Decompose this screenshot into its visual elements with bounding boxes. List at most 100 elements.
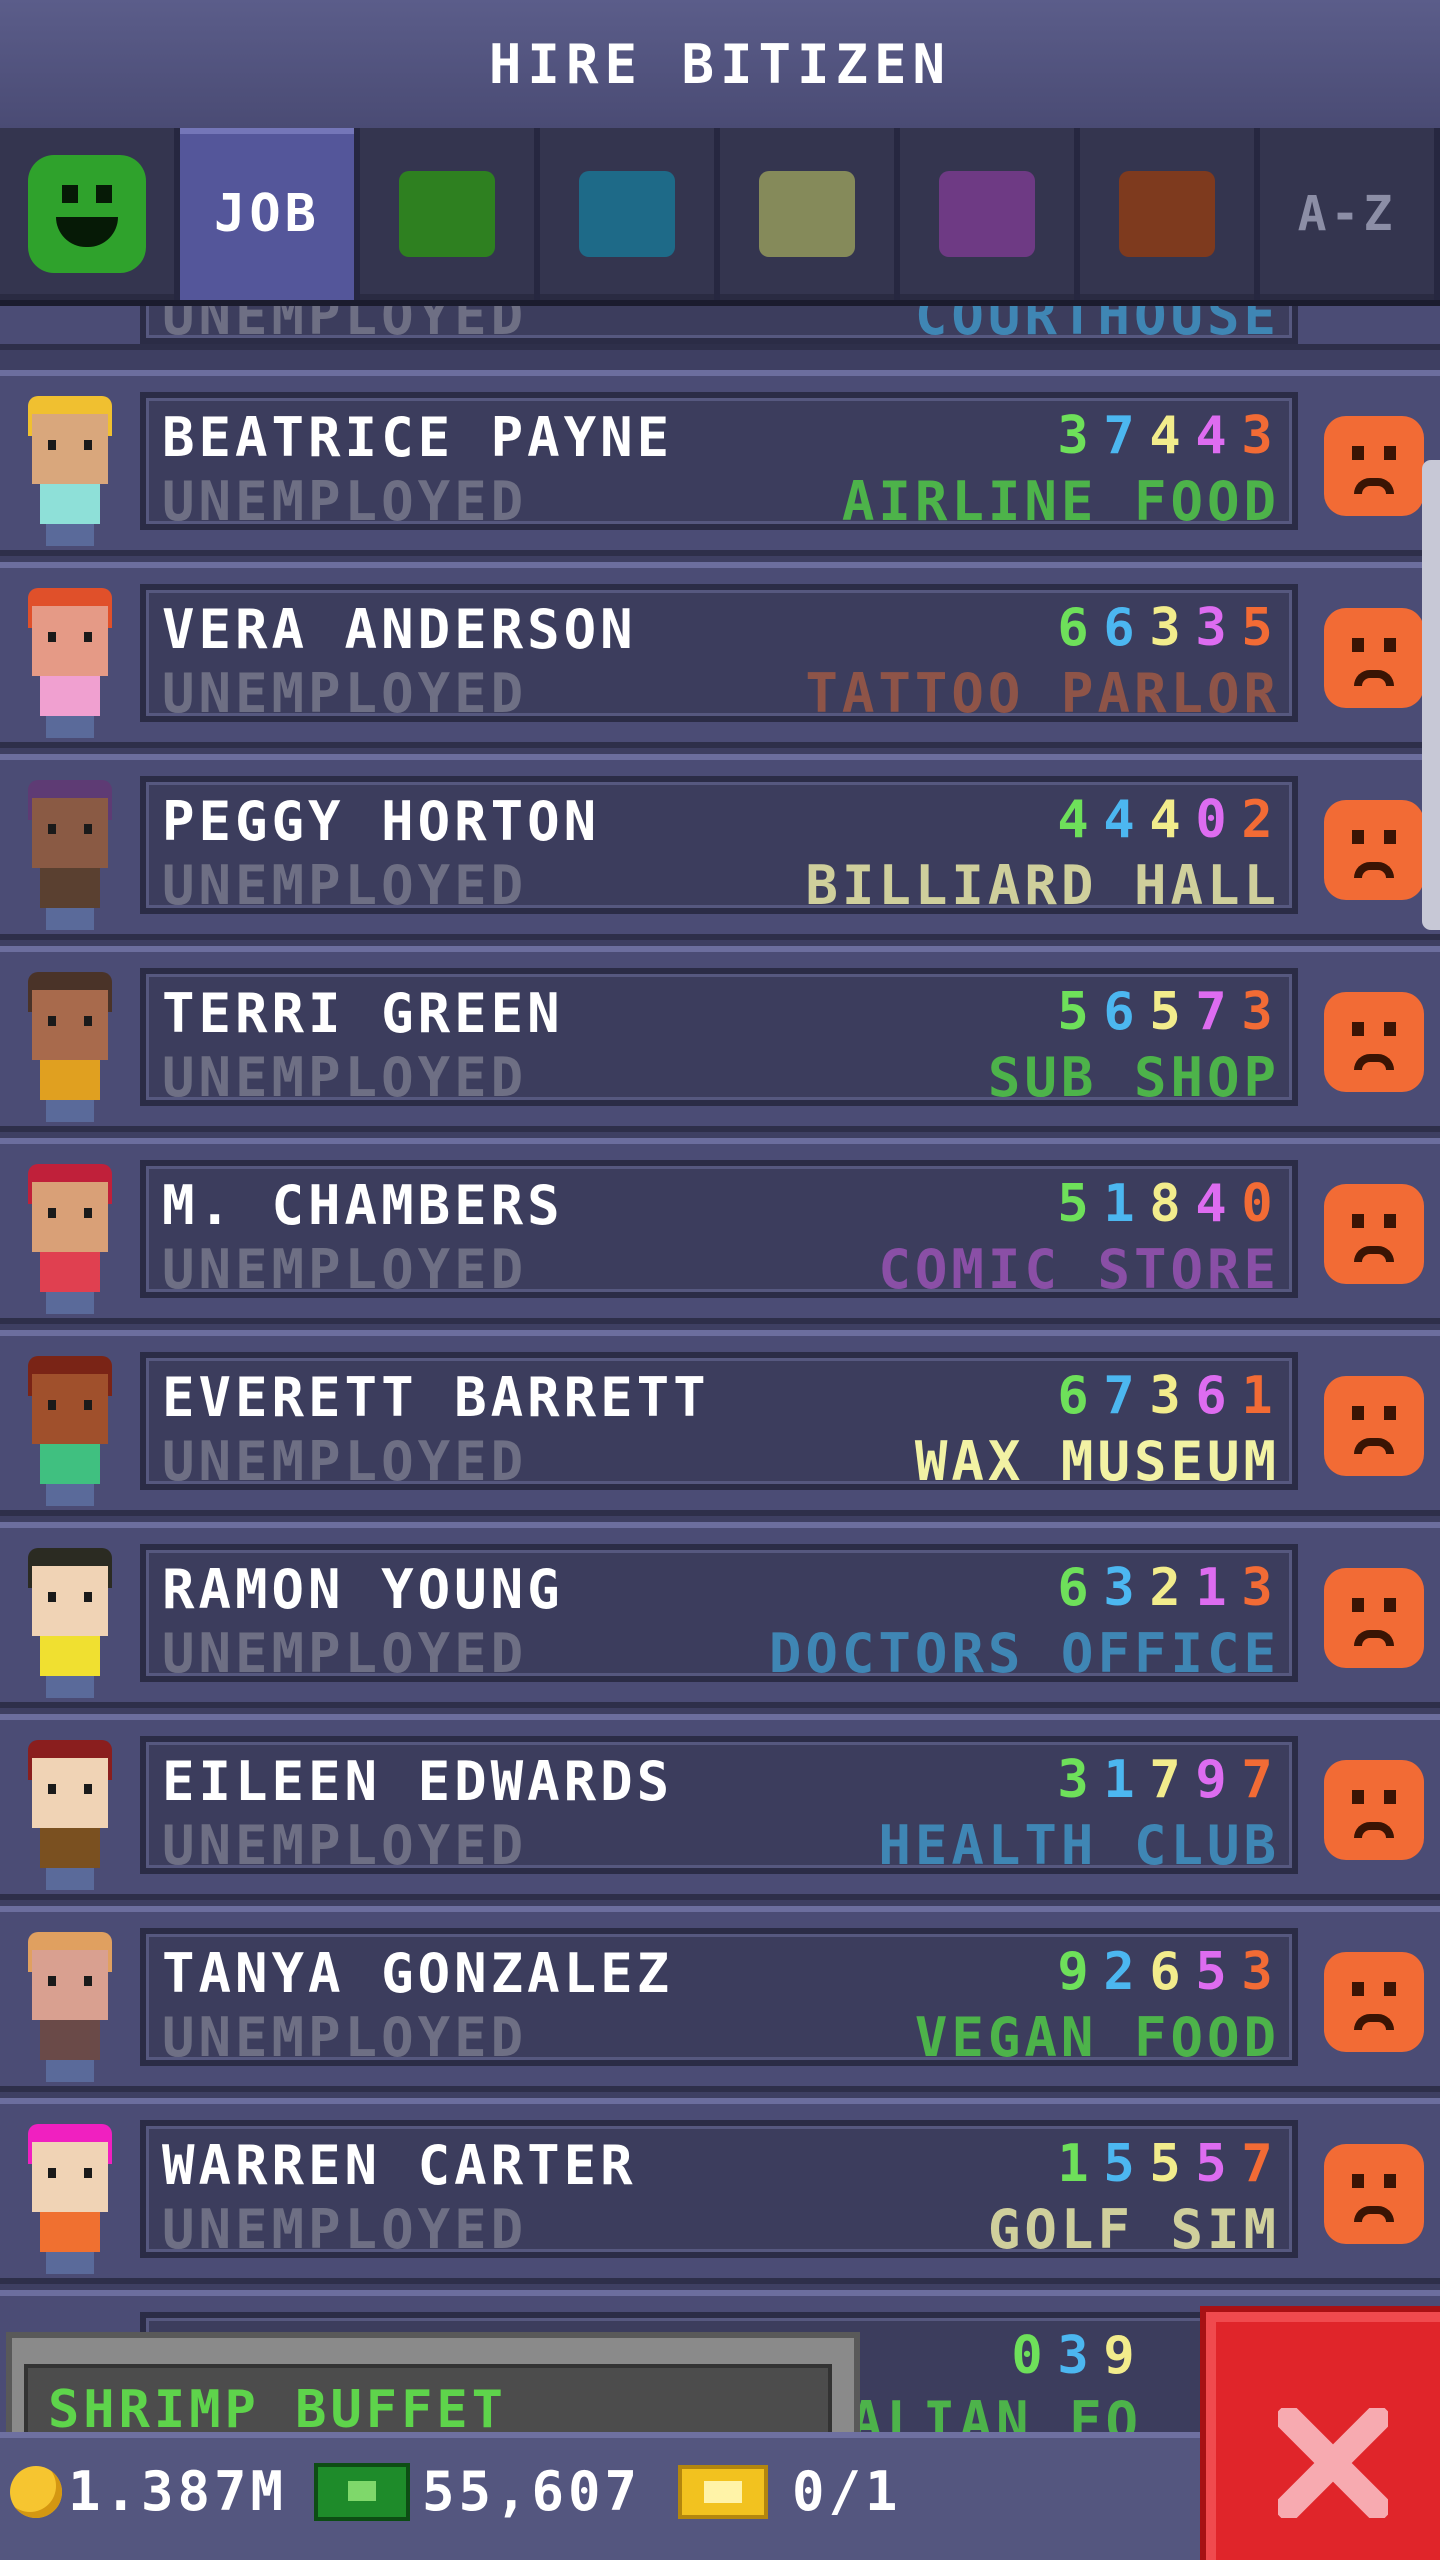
bitizen-card: PEGGY HORTON UNEMPLOYED 4 4 4 0 2 BILLIARD HALL <box>140 776 1298 917</box>
list-item[interactable]: TANYA GONZALEZ UNEMPLOYED 9 2 6 5 3 VEGAN FOOD <box>0 1906 1440 2092</box>
sad-face-icon <box>1324 1184 1424 1284</box>
toast-label: SHRIMP BUFFET <box>48 2380 507 2440</box>
bitizen-avatar <box>20 588 120 738</box>
bitizen-dream-job: VEGAN FOOD <box>914 2006 1280 2069</box>
tab-recreation[interactable] <box>720 128 894 300</box>
ticket-icon <box>678 2464 768 2519</box>
bux-value: 55,607 <box>422 2460 642 2523</box>
notification-toast[interactable]: SHRIMP BUFFET <box>6 2332 860 2452</box>
skill-stat-digit: 6 <box>1103 598 1135 658</box>
service-swatch-icon <box>579 171 675 257</box>
skill-stat-digit: 3 <box>1241 982 1273 1042</box>
sad-face-icon <box>1324 800 1424 900</box>
skill-stat-digit: 3 <box>1057 406 1089 466</box>
tab-happiness[interactable] <box>0 128 174 300</box>
skill-stat-digit: 3 <box>1149 1366 1181 1426</box>
skill-stat-digit: 4 <box>1057 790 1089 850</box>
bitizen-name: WARREN CARTER <box>162 2134 637 2197</box>
bitizen-avatar <box>20 1932 120 2082</box>
food-swatch-icon <box>399 171 495 257</box>
bitizen-status: UNEMPLOYED <box>162 1430 528 1493</box>
list-item[interactable]: TERRI GREEN UNEMPLOYED 5 6 5 7 3 SUB SHOP <box>0 946 1440 1132</box>
skill-stat-digit: 4 <box>1195 1174 1227 1234</box>
skill-stats: 66335 <box>1050 598 1280 658</box>
bitizen-card: WARREN CARTER UNEMPLOYED 1 5 5 5 7 GOLF SIM <box>140 2120 1298 2261</box>
page-title: HIRE BITIZEN <box>488 32 952 96</box>
skill-stat-digit: 6 <box>1149 1942 1181 2002</box>
tab-job[interactable]: JOB <box>180 128 354 300</box>
creative-swatch-icon <box>1119 171 1215 257</box>
skill-stat-digit: 5 <box>1149 982 1181 1042</box>
close-button[interactable] <box>1200 2306 1440 2560</box>
scrollbar-thumb[interactable] <box>1422 460 1440 930</box>
list-item[interactable]: WARREN CARTER UNEMPLOYED 1 5 5 5 7 GOLF SIM <box>0 2098 1440 2284</box>
list-item[interactable]: EVERETT BARRETT UNEMPLOYED 6 7 3 6 1 WAX MUSEUM <box>0 1330 1440 1516</box>
bitizen-status: UNEMPLOYED <box>162 1814 528 1877</box>
skill-stats: 92653 <box>1050 1942 1280 2002</box>
skill-stat-digit: 3 <box>1195 598 1227 658</box>
bitizen-avatar <box>20 2124 120 2274</box>
skill-stat-digit: 9 <box>1195 1750 1227 1810</box>
bitizen-card: TANYA GONZALEZ UNEMPLOYED 9 2 6 5 3 VEGAN FOOD <box>140 1928 1298 2069</box>
list-item[interactable]: RAMON YOUNG UNEMPLOYED 6 3 2 1 3 DOCTORS OFFICE <box>0 1522 1440 1708</box>
skill-stat-digit: 6 <box>1057 1558 1089 1618</box>
list-item[interactable]: PEGGY HORTON UNEMPLOYED 4 4 4 0 2 BILLIARD HALL <box>0 754 1440 940</box>
skill-stats: 37443 <box>1050 406 1280 466</box>
bitizen-card: M. CHAMBERS UNEMPLOYED 5 1 8 4 0 COMIC STORE <box>140 1160 1298 1301</box>
tab-service[interactable] <box>540 128 714 300</box>
list-item[interactable]: M. CHAMBERS UNEMPLOYED 5 1 8 4 0 COMIC STORE <box>0 1138 1440 1324</box>
bitizen-avatar <box>20 1356 120 1506</box>
bitizen-avatar <box>20 396 120 546</box>
bitizen-dream-job: GOLF SIM <box>987 2198 1280 2261</box>
tab-food[interactable] <box>360 128 534 300</box>
skill-stat-digit: 3 <box>1149 598 1181 658</box>
bitizen-avatar <box>20 972 120 1122</box>
skill-stat-digit: 5 <box>1195 1942 1227 2002</box>
skill-stat-digit: 1 <box>1195 1558 1227 1618</box>
tickets-value: 0/1 <box>792 2460 902 2523</box>
skill-stat-digit: 3 <box>1103 1558 1135 1618</box>
sad-face-icon <box>1324 1376 1424 1476</box>
skill-stats: 67361 <box>1050 1366 1280 1426</box>
bitizen-dream-job: COMIC STORE <box>878 1238 1280 1301</box>
bitizen-name: EILEEN EDWARDS <box>162 1750 674 1813</box>
skill-stat-digit: 2 <box>1149 1558 1181 1618</box>
recreation-swatch-icon <box>759 171 855 257</box>
filter-tabs: JOB A-Z <box>0 128 1440 306</box>
bitizen-dream-job: HEALTH CLUB <box>878 1814 1280 1877</box>
skill-stat-digit: 4 <box>1103 790 1135 850</box>
skill-stat-digit: 4 <box>1149 790 1181 850</box>
bitizen-dream-job: BILLIARD HALL <box>805 854 1280 917</box>
skill-stat-digit: 4 <box>1195 406 1227 466</box>
list-item[interactable]: EILEEN EDWARDS UNEMPLOYED 3 1 7 9 7 HEALTH CLUB <box>0 1714 1440 1900</box>
skill-stat-digit: 6 <box>1195 1366 1227 1426</box>
tab-creative[interactable] <box>1080 128 1254 300</box>
skill-stat-digit: 1 <box>1103 1174 1135 1234</box>
bitizen-avatar <box>20 1740 120 1890</box>
tab-alphabetical[interactable]: A-Z <box>1260 128 1434 300</box>
bitizen-dream-job: WAX MUSEUM <box>914 1430 1280 1493</box>
skill-stat-digit: 5 <box>1103 2134 1135 2194</box>
tickets-display: 0/1 <box>678 2460 902 2523</box>
list-item[interactable]: VERA ANDERSON UNEMPLOYED 6 6 3 3 5 TATTOO PARLO… <box>0 562 1440 748</box>
skill-stat-digit: 3 <box>1057 2326 1089 2386</box>
bitizen-card: VERA ANDERSON UNEMPLOYED 6 6 3 3 5 TATTOO PARLO… <box>140 584 1298 725</box>
sad-face-icon <box>1324 2144 1424 2244</box>
skill-stat-digit: 5 <box>1057 1174 1089 1234</box>
skill-stat-digit: 9 <box>1103 2326 1135 2386</box>
close-icon <box>1278 2408 1388 2518</box>
skill-stat-digit: 7 <box>1149 1750 1181 1810</box>
bitizen-card: RAMON YOUNG UNEMPLOYED 6 3 2 1 3 DOCTORS OFFICE <box>140 1544 1298 1685</box>
list-item[interactable]: BEATRICE PAYNE UNEMPLOYED 3 7 4 4 3 AIRLINE FOO… <box>0 370 1440 556</box>
bitizen-name: BEATRICE PAYNE <box>162 406 674 469</box>
bux-icon <box>314 2462 410 2521</box>
bitizen-name: TERRI GREEN <box>162 982 564 1045</box>
skill-stat-digit: 0 <box>1011 2326 1043 2386</box>
coins-value: 1.387M <box>68 2460 288 2523</box>
sad-face-icon <box>1324 1568 1424 1668</box>
skill-stat-digit: 3 <box>1057 1750 1089 1810</box>
bitizen-avatar <box>20 1164 120 1314</box>
tab-retail[interactable] <box>900 128 1074 300</box>
bitizen-dream-job: DOCTORS OFFICE <box>768 1622 1280 1685</box>
skill-stat-digit: 7 <box>1241 2134 1273 2194</box>
